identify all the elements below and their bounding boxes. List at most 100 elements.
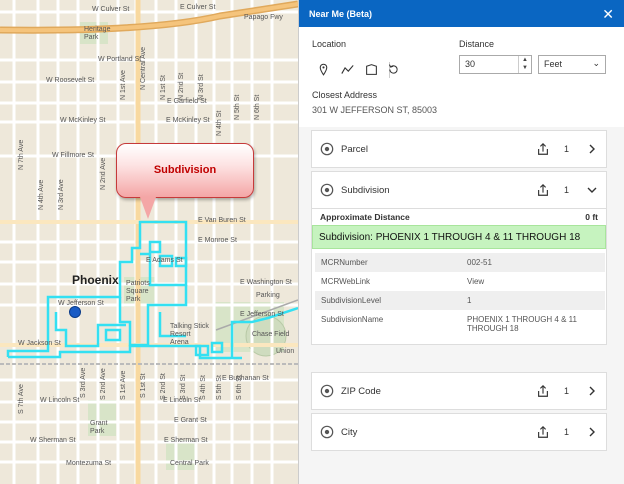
polygon-tool[interactable] — [361, 60, 381, 78]
export-icon[interactable] — [536, 142, 550, 156]
attribute-value: 1 — [461, 291, 605, 310]
poi-label: Heritage Park — [84, 26, 111, 41]
street-label: E Buchanan St — [222, 375, 269, 382]
panel-title: Near Me (Beta) — [309, 8, 373, 19]
street-label: E Van Buren St — [198, 217, 246, 224]
layer-name: ZIP Code — [341, 385, 381, 397]
street-label: S 2nd St — [160, 373, 167, 400]
layer-header[interactable]: Subdivision 1 — [312, 172, 606, 208]
street-label: E Jefferson St — [240, 311, 284, 318]
result-count: 1 — [564, 386, 570, 396]
street-label: W Culver St — [92, 6, 130, 13]
layer-card-parcel: Parcel 1 — [311, 130, 607, 168]
location-label: Location — [312, 39, 347, 49]
table-row: SubdivisionName PHOENIX 1 THROUGH 4 & 11… — [315, 310, 605, 338]
street-label: W Lincoln St — [40, 397, 80, 404]
location-marker[interactable] — [69, 306, 81, 318]
poi-label: Union — [276, 348, 295, 355]
search-settings: Location Distance 30 ▲ ▼ Feet ⌄ Closest … — [299, 27, 624, 127]
street-label: N 7th Ave — [18, 139, 25, 170]
street-label: W Sherman St — [30, 437, 76, 444]
export-icon[interactable] — [536, 384, 550, 398]
unit-select[interactable]: Feet ⌄ — [538, 55, 606, 74]
street-label: N 5th St — [234, 94, 241, 120]
near-me-panel: Near Me (Beta) ✕ Location Distance 30 ▲ … — [298, 0, 624, 484]
panel-body: Location Distance 30 ▲ ▼ Feet ⌄ Closest … — [299, 27, 624, 484]
pin-icon — [319, 63, 327, 76]
street-label: E Adams St — [146, 257, 183, 264]
poi-label: Patriots Square Park — [126, 280, 150, 303]
map-canvas — [0, 0, 298, 484]
street-label: W McKinley St — [60, 117, 106, 124]
export-icon[interactable] — [536, 425, 550, 439]
callout-tail — [140, 197, 156, 219]
polygon-icon — [365, 63, 377, 75]
distance-input[interactable]: 30 ▲ ▼ — [459, 55, 532, 74]
street-label: S 6th St — [236, 375, 243, 400]
chevron-right-icon[interactable] — [586, 385, 598, 397]
map-view[interactable]: W Culver St E Culver St Papago Fwy W Por… — [0, 0, 298, 484]
street-label: N 4th St — [216, 110, 223, 136]
street-label: N 1st St — [160, 75, 167, 100]
result-count: 1 — [564, 144, 570, 154]
layer-header[interactable]: Parcel 1 — [312, 131, 606, 167]
reset-icon — [388, 63, 398, 74]
street-label: S 2nd Ave — [100, 368, 107, 400]
table-row: MCRWebLink View — [315, 272, 605, 291]
chevron-down-icon[interactable] — [586, 184, 598, 196]
feature-title[interactable]: Subdivision: PHOENIX 1 THROUGH 4 & 11 TH… — [312, 225, 606, 249]
street-label: N 3rd St — [198, 74, 205, 100]
chevron-down-icon: ⌄ — [592, 58, 600, 68]
street-label: E Monroe St — [198, 237, 237, 244]
street-label: N 2nd St — [178, 72, 185, 100]
location-tools — [313, 60, 381, 78]
closest-address-label: Closest Address — [312, 90, 378, 100]
export-icon[interactable] — [536, 183, 550, 197]
distance-stepper[interactable]: ▲ ▼ — [518, 56, 531, 73]
chevron-right-icon[interactable] — [586, 143, 598, 155]
street-label: N 4th Ave — [38, 179, 45, 210]
layer-card-subdivision: Subdivision 1 Approximate Distance 0 ft … — [311, 171, 607, 345]
street-label: Papago Fwy — [244, 14, 283, 21]
close-icon[interactable]: ✕ — [602, 7, 614, 21]
poi-label: Parking — [256, 292, 280, 299]
closest-address-value: 301 W JEFFERSON ST, 85003 — [312, 105, 438, 115]
street-label: S 3rd Ave — [80, 367, 87, 398]
approx-distance-row: Approximate Distance 0 ft — [312, 208, 606, 225]
polyline-icon — [340, 64, 354, 74]
table-row: SubdivisionLevel 1 — [315, 291, 605, 310]
attribute-value: 002-51 — [461, 253, 605, 272]
street-label: E Sherman St — [164, 437, 208, 444]
layer-icon — [320, 183, 334, 197]
polyline-tool[interactable] — [337, 60, 357, 78]
street-label: N 3rd Ave — [58, 179, 65, 210]
street-label: W Jefferson St — [58, 300, 104, 307]
point-tool[interactable] — [313, 60, 333, 78]
chevron-right-icon[interactable] — [586, 426, 598, 438]
attribute-value-link[interactable]: View — [461, 272, 605, 291]
street-label: W Fillmore St — [52, 152, 94, 159]
layer-name: Subdivision — [341, 184, 390, 196]
layer-header[interactable]: City 1 — [312, 414, 606, 450]
layer-name: City — [341, 426, 358, 438]
subdivision-callout: Subdivision — [116, 143, 254, 198]
street-label: N Central Ave — [140, 46, 147, 90]
layer-icon — [320, 425, 334, 439]
layer-icon — [320, 384, 334, 398]
layer-icon — [320, 142, 334, 156]
street-label: N 1st Ave — [120, 70, 127, 100]
reset-button[interactable] — [383, 60, 403, 78]
result-count: 1 — [564, 427, 570, 437]
street-label: S 7th Ave — [18, 384, 25, 414]
attribute-value: PHOENIX 1 THROUGH 4 & 11 THROUGH 18 — [467, 315, 577, 333]
street-label: W Jackson St — [18, 340, 61, 347]
poi-label: Central Park — [170, 460, 209, 467]
result-count: 1 — [564, 185, 570, 195]
street-label: E Washington St — [240, 279, 292, 286]
street-label: E Grant St — [174, 417, 207, 424]
attribute-key: MCRNumber — [315, 253, 461, 272]
street-label: S 1st St — [140, 373, 147, 398]
attribute-key: SubdivisionName — [321, 315, 384, 324]
street-label: N 6th St — [254, 94, 261, 120]
layer-header[interactable]: ZIP Code 1 — [312, 373, 606, 409]
